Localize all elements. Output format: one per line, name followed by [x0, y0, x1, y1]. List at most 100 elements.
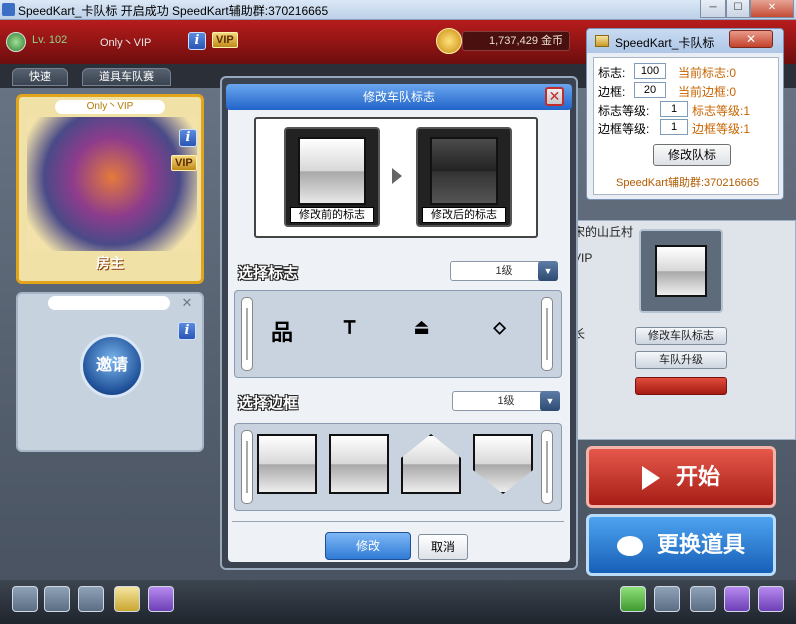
choose-logo-title: 选择标志: [238, 265, 299, 282]
choose-frame-title: 选择边框: [238, 395, 299, 412]
vip-badge: VIP: [212, 32, 238, 48]
modify-team-logo-button[interactable]: 修改队标: [653, 144, 731, 166]
edit-team-logo-button[interactable]: 修改车队标志: [635, 327, 727, 345]
frame-option-1[interactable]: [257, 434, 317, 494]
cancel-button[interactable]: 取消: [418, 534, 468, 560]
frame-label: 边框:: [598, 85, 626, 99]
frame-level-input[interactable]: 1: [660, 119, 688, 135]
team-logo-preview: [639, 229, 723, 313]
slot-close-icon[interactable]: ✕: [180, 296, 194, 310]
tool-body: 标志: 100 当前标志:0 边框: 20 当前边框:0 标志等级: 1 标志等…: [593, 57, 779, 195]
logo-option-1[interactable]: 品: [271, 315, 293, 347]
tool-app-icon: [595, 35, 609, 47]
frame-level-select[interactable]: 1级 ▼: [452, 391, 560, 411]
search-icon[interactable]: [724, 586, 750, 612]
frame-scroll-right[interactable]: [541, 430, 553, 504]
frame-level-value: 1级: [497, 395, 515, 407]
team-upgrade-button[interactable]: 车队升级: [635, 351, 727, 369]
team-logo-icon: [655, 245, 707, 297]
frame-option-4[interactable]: [473, 434, 533, 494]
logo-before-image: [298, 137, 366, 205]
logo-level-select[interactable]: 1级 ▼: [450, 261, 558, 281]
dialog-close-button[interactable]: ✕: [545, 87, 564, 106]
logo-before: 修改前的标志: [284, 127, 380, 227]
frame-level-label: 边框等级:: [598, 122, 650, 136]
minimize-button[interactable]: ─: [700, 0, 726, 18]
logo-level-value: 1级: [495, 265, 513, 277]
app-icon: [2, 3, 15, 16]
logo-after: 修改后的标志: [416, 127, 512, 227]
frame-scroll-left[interactable]: [241, 430, 253, 504]
arrow-right-icon: [392, 168, 402, 184]
logo-options-strip: 品 ⊤ ⏏ ◇: [234, 290, 562, 378]
red-action-button[interactable]: [635, 377, 727, 395]
back-icon[interactable]: [78, 586, 104, 612]
start-button[interactable]: 开始: [586, 446, 776, 508]
gold-amount: 1,737,429 金币: [462, 31, 570, 51]
logo-input[interactable]: 100: [634, 63, 666, 79]
gear-icon[interactable]: [758, 586, 784, 612]
window-titlebar: SpeedKart_卡队标 开启成功 SpeedKart辅助群:37021666…: [0, 0, 796, 20]
close-button[interactable]: ✕: [750, 0, 794, 18]
tab-item-team[interactable]: 道具车队赛: [82, 68, 171, 86]
tool-close-button[interactable]: ✕: [729, 30, 773, 48]
chevron-down-icon[interactable]: ▼: [540, 391, 560, 411]
empty-slot-card: ✕ i 邀请: [16, 292, 204, 452]
help-icon[interactable]: [148, 586, 174, 612]
host-vip-badge: VIP: [171, 155, 197, 171]
change-items-label: 更换道具: [657, 532, 746, 557]
toolbar-icon-1[interactable]: [12, 586, 38, 612]
host-info-icon[interactable]: i: [179, 129, 197, 147]
maximize-button[interactable]: ☐: [726, 0, 750, 18]
player-level: Lv. 102: [32, 34, 68, 46]
logo-level-label: 标志等级:: [598, 104, 650, 118]
frame-input[interactable]: 20: [634, 82, 666, 98]
speedkart-tool-window: SpeedKart_卡队标 ✕ 标志: 100 当前标志:0 边框: 20 当前…: [586, 28, 784, 200]
chevron-down-icon[interactable]: ▼: [538, 261, 558, 281]
frame-options-strip: [234, 423, 562, 511]
tool-footer: SpeedKart辅助群:370216665: [616, 177, 760, 189]
side-list-item-1: 宋的山丘村: [573, 225, 634, 239]
level-badge-icon: [6, 32, 26, 52]
settings-icon[interactable]: [690, 586, 716, 612]
dialog-divider: [232, 521, 564, 522]
logo-scroll-left[interactable]: [241, 297, 253, 371]
host-name: Only丶VIP: [55, 100, 165, 114]
logo-after-caption: 修改后的标志: [422, 207, 506, 223]
tab-quick[interactable]: 快速: [12, 68, 68, 86]
frame-option-2[interactable]: [329, 434, 389, 494]
chat-icon[interactable]: [654, 586, 680, 612]
start-label: 开始: [676, 464, 721, 489]
slot-info-icon[interactable]: i: [178, 322, 196, 340]
player-name: Only丶VIP: [100, 37, 152, 49]
logo-label: 标志:: [598, 66, 626, 80]
gold-coin-icon: [436, 28, 462, 54]
logo-level-input[interactable]: 1: [660, 101, 688, 117]
info-icon[interactable]: i: [188, 32, 206, 50]
host-role: 房主: [96, 255, 124, 271]
frame-current: 当前边框:0: [678, 85, 737, 99]
logo-scroll-right[interactable]: [541, 297, 553, 371]
change-items-button[interactable]: 更换道具: [586, 514, 776, 576]
logo-level-current: 标志等级:1: [692, 104, 751, 118]
logo-option-4[interactable]: ◇: [493, 315, 506, 340]
team-side-panel: 宋的山丘村 VIP 长 修改车队标志 车队升级: [566, 220, 796, 440]
logo-current: 当前标志:0: [678, 66, 737, 80]
items-icon: [616, 536, 643, 557]
frame-option-3[interactable]: [401, 434, 461, 494]
logo-before-caption: 修改前的标志: [290, 207, 374, 223]
logo-after-image: [430, 137, 498, 205]
play-icon: [641, 466, 660, 491]
invite-button[interactable]: 邀请: [80, 334, 144, 398]
logo-option-2[interactable]: ⊤: [343, 315, 356, 340]
slot-name-bar: [48, 296, 170, 310]
alert-icon[interactable]: [620, 586, 646, 612]
frame-level-current: 边框等级:1: [692, 122, 751, 136]
notes-icon[interactable]: [114, 586, 140, 612]
dialog-title: 修改车队标志: [226, 84, 572, 110]
host-card: Only丶VIP i VIP 房主: [16, 94, 204, 284]
logo-option-3[interactable]: ⏏: [415, 315, 428, 340]
home-icon[interactable]: [44, 586, 70, 612]
modify-button[interactable]: 修改: [325, 532, 411, 560]
tool-titlebar: SpeedKart_卡队标 ✕: [587, 29, 783, 53]
